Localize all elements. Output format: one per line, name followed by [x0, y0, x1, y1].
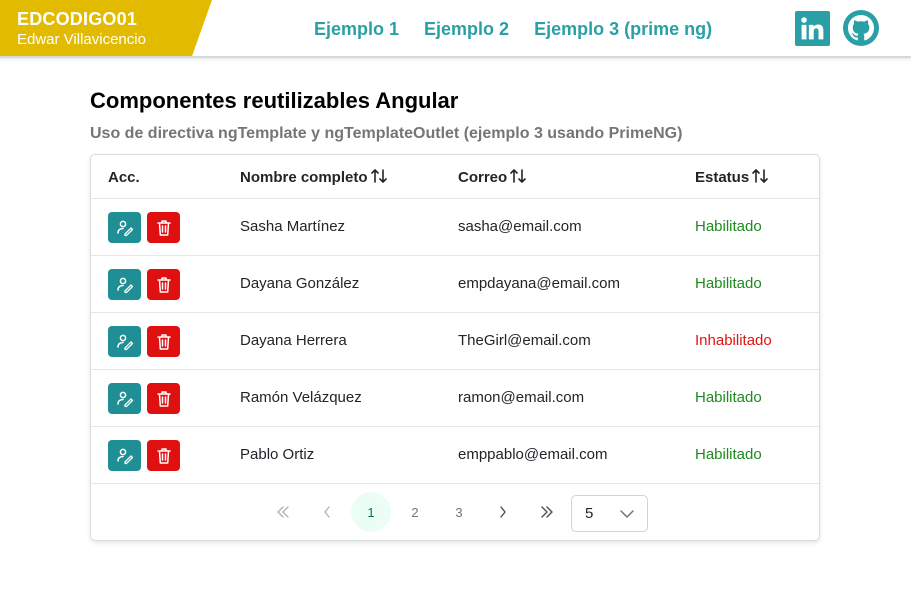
cell-email: sasha@email.com	[458, 218, 582, 235]
trash-icon	[156, 390, 171, 407]
nav-link-ejemplo-1[interactable]: Ejemplo 1	[314, 18, 399, 40]
nav-link-ejemplo-2[interactable]: Ejemplo 2	[424, 18, 509, 40]
brand-title: EDCODIGO01	[17, 9, 138, 29]
column-header-name-label: Nombre completo	[240, 169, 368, 186]
trash-icon	[156, 447, 171, 464]
page-subtitle: Uso de directiva ngTemplate y ngTemplate…	[90, 125, 683, 142]
cell-name: Ramón Velázquez	[240, 389, 362, 406]
prev-page-button[interactable]	[307, 492, 347, 532]
delete-button[interactable]	[147, 212, 180, 243]
cell-email: ramon@email.com	[458, 389, 585, 406]
sort-icon[interactable]	[370, 167, 388, 185]
chevron-left-icon	[324, 506, 330, 518]
column-header-email[interactable]: Correo	[458, 166, 527, 186]
cell-name: Sasha Martínez	[240, 218, 346, 235]
edit-button[interactable]	[108, 212, 141, 243]
column-header-status[interactable]: Estatus	[695, 166, 769, 186]
cell-status: Habilitado	[695, 218, 762, 235]
column-header-name[interactable]: Nombre completo	[240, 166, 388, 186]
cell-email: emppablo@email.com	[458, 446, 608, 463]
trash-icon	[156, 219, 171, 236]
delete-button[interactable]	[147, 440, 180, 471]
cell-status: Habilitado	[695, 275, 762, 292]
table-row: Dayana Herrera TheGirl@email.com Inhabil…	[91, 313, 819, 370]
next-page-button[interactable]	[483, 492, 523, 532]
github-icon[interactable]	[843, 10, 879, 46]
edit-user-icon	[116, 334, 133, 350]
delete-button[interactable]	[147, 383, 180, 414]
cell-status: Habilitado	[695, 389, 762, 406]
edit-user-icon	[116, 277, 133, 293]
nav-link-ejemplo-3[interactable]: Ejemplo 3 (prime ng)	[534, 18, 712, 40]
page-title: Componentes reutilizables Angular	[90, 88, 459, 113]
sort-icon[interactable]	[509, 167, 527, 185]
edit-button[interactable]	[108, 440, 141, 471]
page-button-1[interactable]: 1	[351, 492, 391, 532]
cell-status: Inhabilitado	[695, 332, 772, 349]
main-nav: Ejemplo 1 Ejemplo 2 Ejemplo 3 (prime ng)	[314, 18, 737, 40]
chevron-right-icon	[500, 506, 506, 518]
cell-name: Pablo Ortiz	[240, 446, 315, 463]
cell-email: TheGirl@email.com	[458, 332, 591, 349]
trash-icon	[156, 276, 171, 293]
table-row: Pablo Ortiz emppablo@email.com Habilitad…	[91, 427, 819, 484]
chevron-down-icon	[620, 510, 634, 518]
cell-name: Dayana Herrera	[240, 332, 347, 349]
double-chevron-right-icon	[541, 506, 553, 518]
edit-user-icon	[116, 220, 133, 236]
table-row: Sasha Martínez sasha@email.com Habilitad…	[91, 199, 819, 256]
edit-user-icon	[116, 448, 133, 464]
brand-subtitle: Edwar Villavicencio	[17, 31, 146, 48]
cell-status: Habilitado	[695, 446, 762, 463]
page-button-3[interactable]: 3	[439, 492, 479, 532]
rows-per-page-value: 5	[585, 505, 594, 522]
data-table: Acc. Nombre completo Correo Estatus Sash…	[90, 154, 820, 541]
brand-block[interactable]: EDCODIGO01 Edwar Villavicencio	[0, 0, 212, 56]
double-chevron-left-icon	[277, 506, 289, 518]
page-button-2[interactable]: 2	[395, 492, 435, 532]
sort-icon[interactable]	[751, 167, 769, 185]
delete-button[interactable]	[147, 269, 180, 300]
trash-icon	[156, 333, 171, 350]
column-header-email-label: Correo	[458, 169, 508, 186]
edit-button[interactable]	[108, 383, 141, 414]
cell-email: empdayana@email.com	[458, 275, 620, 292]
table-row: Ramón Velázquez ramon@email.com Habilita…	[91, 370, 819, 427]
column-header-actions: Acc.	[108, 169, 140, 186]
top-navbar: EDCODIGO01 Edwar Villavicencio Ejemplo 1…	[0, 0, 911, 58]
table-header: Acc. Nombre completo Correo Estatus	[91, 155, 819, 199]
column-header-status-label: Estatus	[695, 169, 750, 186]
edit-button[interactable]	[108, 326, 141, 357]
edit-user-icon	[116, 391, 133, 407]
last-page-button[interactable]	[527, 492, 567, 532]
delete-button[interactable]	[147, 326, 180, 357]
rows-per-page-dropdown[interactable]: 5	[571, 495, 648, 532]
edit-button[interactable]	[108, 269, 141, 300]
table-row: Dayana González empdayana@email.com Habi…	[91, 256, 819, 313]
column-header-actions-label: Acc.	[108, 169, 140, 186]
linkedin-icon[interactable]	[795, 11, 830, 46]
first-page-button[interactable]	[263, 492, 303, 532]
cell-name: Dayana González	[240, 275, 360, 292]
paginator: 1 2 3 5	[91, 484, 819, 540]
